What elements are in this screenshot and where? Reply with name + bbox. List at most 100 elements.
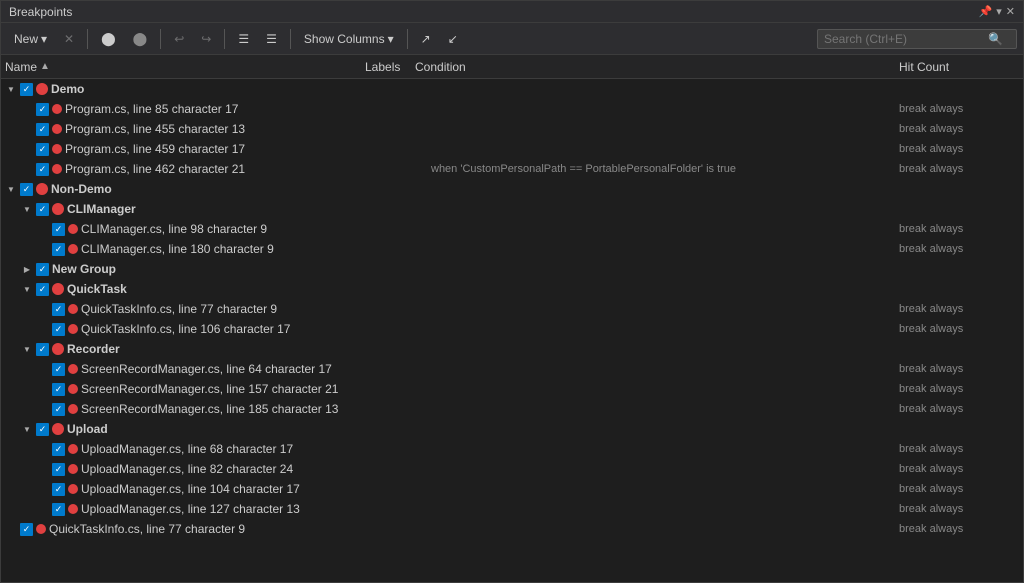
list-item[interactable]: ✓QuickTaskInfo.cs, line 77 character 9br…	[1, 299, 1023, 319]
search-box[interactable]: 🔍	[817, 29, 1017, 49]
checkbox[interactable]: ✓	[36, 343, 49, 356]
delete-icon: ✕	[64, 32, 74, 46]
col-header-name[interactable]: Name ▲	[5, 60, 365, 74]
list-item[interactable]: ✓Program.cs, line 85 character 17break a…	[1, 99, 1023, 119]
show-columns-arrow: ▾	[388, 32, 394, 46]
redo-icon: ↪	[201, 32, 211, 46]
checkbox[interactable]: ✓	[52, 483, 65, 496]
bp-dot-small	[68, 224, 78, 234]
expand-icon[interactable]: ▼	[21, 423, 33, 435]
show-columns-button[interactable]: Show Columns ▾	[297, 29, 401, 49]
row-label: Program.cs, line 455 character 13	[65, 122, 245, 136]
row-name-cell: ✓ScreenRecordManager.cs, line 185 charac…	[37, 402, 397, 416]
go-to-source-button[interactable]: ↗	[414, 29, 438, 49]
expand-icon[interactable]: ▼	[21, 343, 33, 355]
enable-all-button[interactable]: ⬤	[94, 28, 123, 50]
checkbox[interactable]: ✓	[52, 383, 65, 396]
more-icon[interactable]: ▾	[996, 5, 1002, 18]
checkbox[interactable]: ✓	[20, 523, 33, 536]
enable-all-icon: ⬤	[101, 31, 116, 47]
expand-icon[interactable]: ▼	[5, 83, 17, 95]
row-name-cell: ✓ Program.cs, line 85 character 17	[21, 102, 381, 116]
checkbox[interactable]: ✓	[52, 463, 65, 476]
group-label: CLIManager	[67, 202, 136, 216]
list-item[interactable]: ▼✓ Upload	[1, 419, 1023, 439]
new-label: New	[14, 32, 38, 46]
list-item[interactable]: ▼✓ CLIManager	[1, 199, 1023, 219]
bp-dot-small	[68, 404, 78, 414]
checkbox[interactable]: ✓	[36, 283, 49, 296]
list-item[interactable]: ▶✓New Group	[1, 259, 1023, 279]
checkbox[interactable]: ✓	[36, 103, 49, 116]
row-hitcount-cell: break always	[899, 503, 1019, 515]
checkbox[interactable]: ✓	[52, 363, 65, 376]
sort-arrow: ▲	[40, 61, 50, 72]
col-header-labels[interactable]: Labels	[365, 60, 415, 74]
checkbox[interactable]: ✓	[52, 443, 65, 456]
redo-button[interactable]: ↪	[194, 29, 218, 49]
undo-icon: ↩	[174, 32, 184, 46]
expand-icon[interactable]: ▼	[5, 183, 17, 195]
row-label: QuickTaskInfo.cs, line 106 character 17	[81, 322, 290, 336]
row-name-cell: ✓ScreenRecordManager.cs, line 64 charact…	[37, 362, 397, 376]
separator-2	[160, 29, 161, 49]
list-item[interactable]: ✓ QuickTaskInfo.cs, line 106 character 17…	[1, 319, 1023, 339]
row-label: QuickTaskInfo.cs, line 77 character 9	[81, 302, 277, 316]
col-header-hitcount[interactable]: Hit Count	[899, 60, 1019, 74]
list-item[interactable]: ✓ScreenRecordManager.cs, line 185 charac…	[1, 399, 1023, 419]
list-item[interactable]: ✓UploadManager.cs, line 82 character 24b…	[1, 459, 1023, 479]
list-item[interactable]: ✓Program.cs, line 462 character 21when '…	[1, 159, 1023, 179]
checkbox[interactable]: ✓	[36, 163, 49, 176]
list-item[interactable]: ✓ScreenRecordManager.cs, line 64 charact…	[1, 359, 1023, 379]
row-label: Program.cs, line 85 character 17	[65, 102, 238, 116]
expand-icon[interactable]: ▼	[21, 283, 33, 295]
expand-icon[interactable]: ▼	[21, 203, 33, 215]
delete-button[interactable]: ✕	[57, 29, 81, 49]
checkbox[interactable]: ✓	[52, 303, 65, 316]
list-item[interactable]: ▼✓Demo	[1, 79, 1023, 99]
disable-all-button[interactable]: ⬤	[126, 28, 155, 50]
checkbox[interactable]: ✓	[36, 203, 49, 216]
import-button[interactable]: ☰	[259, 29, 284, 49]
list-item[interactable]: ✓Program.cs, line 459 character 17break …	[1, 139, 1023, 159]
checkbox[interactable]: ✓	[52, 223, 65, 236]
checkbox[interactable]: ✓	[52, 403, 65, 416]
col-header-condition[interactable]: Condition	[415, 60, 899, 74]
checkbox[interactable]: ✓	[36, 123, 49, 136]
show-columns-label: Show Columns	[304, 32, 385, 46]
checkbox[interactable]: ✓	[36, 263, 49, 276]
list-item[interactable]: ✓CLIManager.cs, line 180 character 9brea…	[1, 239, 1023, 259]
checkbox[interactable]: ✓	[20, 83, 33, 96]
checkbox[interactable]: ✓	[52, 243, 65, 256]
search-input[interactable]	[824, 32, 984, 46]
close-icon[interactable]: ✕	[1006, 5, 1015, 18]
list-item[interactable]: ✓UploadManager.cs, line 104 character 17…	[1, 479, 1023, 499]
list-item[interactable]: ✓CLIManager.cs, line 98 character 9break…	[1, 219, 1023, 239]
new-button[interactable]: New ▾	[7, 29, 54, 49]
checkbox[interactable]: ✓	[36, 423, 49, 436]
group-label: Upload	[67, 422, 108, 436]
checkbox[interactable]: ✓	[52, 503, 65, 516]
bp-dot	[52, 283, 64, 295]
list-item[interactable]: ▼✓QuickTask	[1, 279, 1023, 299]
checkbox[interactable]: ✓	[36, 143, 49, 156]
undo-button[interactable]: ↩	[167, 29, 191, 49]
list-item[interactable]: ✓QuickTaskInfo.cs, line 77 character 9br…	[1, 519, 1023, 539]
export-button[interactable]: ☰	[231, 29, 256, 49]
pin-icon[interactable]: 📌	[979, 5, 993, 18]
bp-dot-small	[68, 304, 78, 314]
search-condition-button[interactable]: ↙	[441, 29, 465, 49]
checkbox[interactable]: ✓	[52, 323, 65, 336]
list-item[interactable]: ✓UploadManager.cs, line 68 character 17b…	[1, 439, 1023, 459]
list-item[interactable]: ▼✓Non-Demo	[1, 179, 1023, 199]
row-hitcount-cell: break always	[899, 143, 1019, 155]
list-item[interactable]: ✓Program.cs, line 455 character 13break …	[1, 119, 1023, 139]
checkbox[interactable]: ✓	[20, 183, 33, 196]
expand-icon[interactable]: ▶	[21, 263, 33, 275]
breakpoints-list[interactable]: ▼✓Demo✓Program.cs, line 85 character 17b…	[1, 79, 1023, 582]
row-name-cell: ✓UploadManager.cs, line 68 character 17	[37, 442, 397, 456]
row-label: QuickTaskInfo.cs, line 77 character 9	[49, 522, 245, 536]
list-item[interactable]: ✓UploadManager.cs, line 127 character 13…	[1, 499, 1023, 519]
list-item[interactable]: ▼✓Recorder	[1, 339, 1023, 359]
list-item[interactable]: ✓ScreenRecordManager.cs, line 157 charac…	[1, 379, 1023, 399]
